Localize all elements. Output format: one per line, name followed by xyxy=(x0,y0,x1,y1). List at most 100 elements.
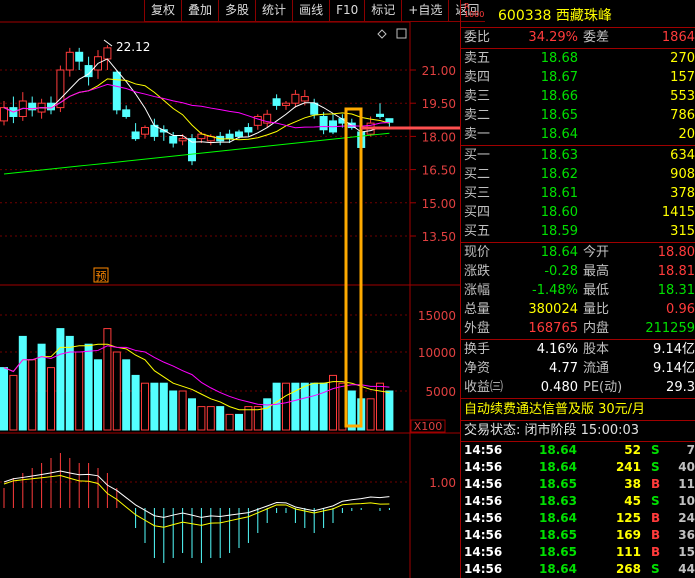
diamond-icon[interactable] xyxy=(377,29,387,39)
candle-body xyxy=(235,131,243,137)
candle-body xyxy=(291,93,300,104)
stats-row[interactable]: 涨跌 -0.28 最高 18.81 xyxy=(461,262,695,281)
toolbar-button-1[interactable]: 叠加 xyxy=(181,0,219,22)
stat-value: 18.80 xyxy=(657,245,695,260)
tick-side: B xyxy=(651,477,661,491)
price-axis-label: 13.50 xyxy=(422,230,456,244)
buy-volume: 378 xyxy=(670,186,695,201)
ma60-line xyxy=(3,132,390,175)
buy-label: 买四 xyxy=(464,205,491,220)
toolbar-button-7[interactable]: +自选 xyxy=(401,0,449,22)
candle-body xyxy=(244,127,253,133)
stat-label: 外盘 xyxy=(464,321,491,336)
fundamental-row[interactable]: 净资 4.77 流通 9.14亿 xyxy=(461,359,695,378)
tick-time: 14:56 xyxy=(464,477,503,491)
tick-row[interactable]: 14:56 18.64 241 S 40 xyxy=(461,459,695,476)
buy-price: 18.62 xyxy=(540,167,578,182)
sell-level-row[interactable]: 卖一 18.64 20 xyxy=(461,125,695,144)
buy-level-row[interactable]: 买一 18.63 634 xyxy=(461,146,695,165)
stats-row[interactable]: 涨幅 -1.48% 最低 18.31 xyxy=(461,281,695,300)
fundamental-value: 0.480 xyxy=(540,380,578,395)
stats-row[interactable]: 现价 18.64 今开 18.80 xyxy=(461,243,695,262)
toolbar-button-6[interactable]: 标记 xyxy=(364,0,402,22)
volume-bar xyxy=(94,359,102,431)
candle-body xyxy=(169,135,178,144)
stat-value: 211259 xyxy=(645,321,695,336)
tick-row[interactable]: 14:56 18.65 169 B 36 xyxy=(461,527,695,544)
buy-price: 18.59 xyxy=(540,224,578,239)
stock-header: R 1000 600338 西藏珠峰 xyxy=(461,0,695,28)
toolbar-button-5[interactable]: F10 xyxy=(329,0,365,22)
sell-volume: 157 xyxy=(670,70,695,85)
tick-time: 14:56 xyxy=(464,511,503,525)
buy-level-row[interactable]: 买二 18.62 908 xyxy=(461,165,695,184)
sell-label: 卖三 xyxy=(464,89,491,104)
sell-level-row[interactable]: 卖三 18.66 553 xyxy=(461,87,695,106)
tick-volume: 111 xyxy=(615,545,641,559)
kline-chart-area[interactable]: 21.00 19.50 18.00 16.50 15.00 13.50 22.12 预 1500… xyxy=(0,0,486,578)
volume-bar xyxy=(366,398,375,431)
tick-row[interactable]: 14:56 18.64 268 S 44 xyxy=(461,561,695,578)
high-price-label: 22.12 xyxy=(116,40,150,54)
sell-label: 卖一 xyxy=(464,127,491,142)
tick-volume: 125 xyxy=(615,511,641,525)
tick-row[interactable]: 14:56 18.65 38 B 11 xyxy=(461,476,695,493)
fundamental-value: 4.77 xyxy=(549,361,578,376)
buy-level-row[interactable]: 买五 18.59 315 xyxy=(461,222,695,241)
price-axis-label: 16.50 xyxy=(422,164,456,178)
volume-bar xyxy=(56,328,65,431)
tick-row[interactable]: 14:56 18.65 111 B 15 xyxy=(461,544,695,561)
maximize-icon[interactable] xyxy=(396,28,407,39)
tick-price: 18.64 xyxy=(539,443,577,457)
tick-price: 18.65 xyxy=(539,545,577,559)
toolbar-button-2[interactable]: 多股 xyxy=(218,0,256,22)
buy-level-row[interactable]: 买三 18.61 378 xyxy=(461,184,695,203)
sell-price: 18.67 xyxy=(540,70,578,85)
candle-body xyxy=(282,102,290,106)
tick-row[interactable]: 14:56 18.64 52 S 7 xyxy=(461,442,695,459)
highlight-box xyxy=(344,107,363,428)
stats-row[interactable]: 外盘 168765 内盘 211259 xyxy=(461,319,695,338)
stock-title[interactable]: 600338 西藏珠峰 xyxy=(498,5,612,25)
tick-price: 18.64 xyxy=(539,562,577,576)
tick-count: 11 xyxy=(678,477,695,491)
weibi-row[interactable]: 委比 34.29% 委差 1864 xyxy=(461,28,695,47)
tick-side: B xyxy=(651,528,661,542)
stat-value: 0.96 xyxy=(666,302,695,317)
tick-volume: 45 xyxy=(624,494,641,508)
fundamental-label: 换手 xyxy=(464,342,491,357)
volume-bar xyxy=(300,382,309,431)
kline-chart[interactable]: 21.00 19.50 18.00 16.50 15.00 13.50 22.12 预 1500… xyxy=(0,0,460,578)
weibi-label: 委比 xyxy=(464,30,491,45)
volume-bar xyxy=(84,343,93,431)
stats-row[interactable]: 总量 380024 量比 0.96 xyxy=(461,300,695,319)
tick-row[interactable]: 14:56 18.64 125 B 24 xyxy=(461,510,695,527)
volume-bar xyxy=(122,359,131,431)
volume-bar xyxy=(150,382,159,431)
volume-axis-label: 5000 xyxy=(425,385,456,399)
toolbar-button-4[interactable]: 画线 xyxy=(292,0,330,22)
sell-level-row[interactable]: 卖五 18.68 270 xyxy=(461,49,695,68)
sell-level-row[interactable]: 卖四 18.67 157 xyxy=(461,68,695,87)
fundamental-row[interactable]: 收益㈢ 0.480 PE(动) 29.3 xyxy=(461,378,695,397)
buy-label: 买三 xyxy=(464,186,491,201)
stat-value: 18.81 xyxy=(657,264,695,279)
promo-banner[interactable]: 自动续费通达信普及版 30元/月 xyxy=(464,400,645,420)
macd-axis-label: 1.00 xyxy=(429,476,456,490)
tick-side: B xyxy=(651,511,661,525)
fundamental-row[interactable]: 换手 4.16% 股本 9.14亿 xyxy=(461,340,695,359)
volume-bar xyxy=(282,382,290,431)
sell-level-row[interactable]: 卖二 18.65 786 xyxy=(461,106,695,125)
stat-label: 今开 xyxy=(583,245,610,260)
r-badge-bottom: 1000 xyxy=(464,10,485,19)
fundamental-value: 9.14亿 xyxy=(653,342,695,357)
volume-bar xyxy=(263,398,272,431)
tick-side: S xyxy=(651,460,660,474)
candle-body xyxy=(112,71,121,111)
toolbar-button-0[interactable]: 复权 xyxy=(144,0,182,22)
weibi-value: 34.29% xyxy=(528,30,578,45)
buy-level-row[interactable]: 买四 18.60 1415 xyxy=(461,203,695,222)
tick-row[interactable]: 14:56 18.63 45 S 10 xyxy=(461,493,695,510)
toolbar-button-3[interactable]: 统计 xyxy=(255,0,293,22)
fundamental-label: 股本 xyxy=(583,342,610,357)
